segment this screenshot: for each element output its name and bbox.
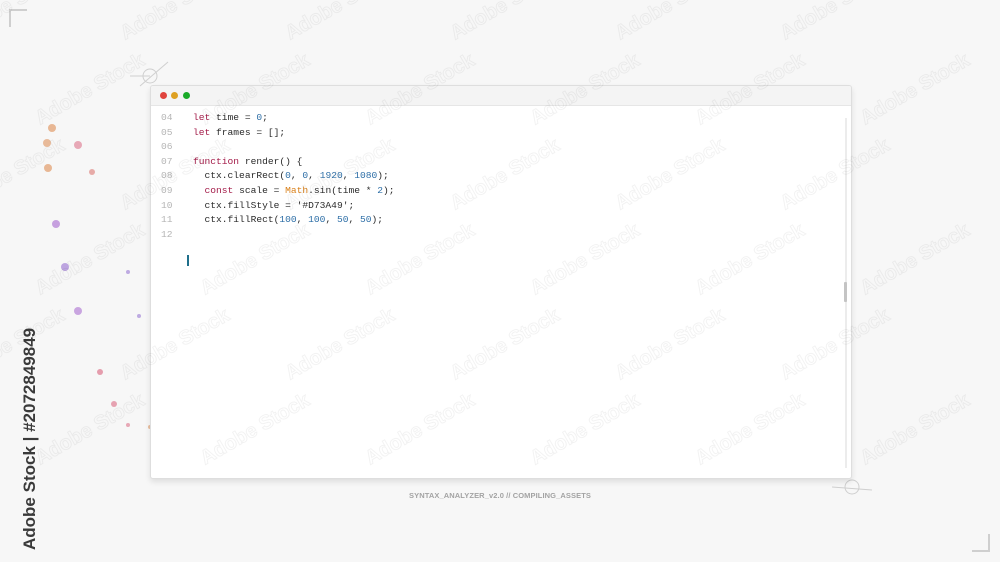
watermark-text: Adobe Stock [282, 0, 400, 44]
watermark-text: Adobe Stock [282, 304, 400, 385]
watermark-text: Adobe Stock [362, 219, 480, 300]
watermark-text: Adobe Stock [32, 389, 150, 470]
watermark-text: Adobe Stock [612, 0, 730, 44]
watermark-text: Adobe Stock [32, 49, 150, 130]
watermark-text: Adobe Stock [0, 0, 69, 44]
stock-watermark-pattern: Adobe StockAdobe StockAdobe StockAdobe S… [0, 0, 975, 470]
watermark-text: Adobe Stock [527, 389, 645, 470]
watermark-text: Adobe Stock [447, 304, 565, 385]
watermark-text: Adobe Stock [197, 389, 315, 470]
watermark-text: Adobe Stock [32, 219, 150, 300]
watermark-text: Adobe Stock [857, 219, 975, 300]
watermark-text: Adobe Stock [0, 134, 69, 215]
watermark-text: Adobe Stock [777, 0, 895, 44]
watermark-text: Adobe Stock [692, 49, 810, 130]
watermark-text: Adobe Stock [0, 304, 69, 385]
watermark-text: Adobe Stock [527, 49, 645, 130]
watermark-text: Adobe Stock [777, 134, 895, 215]
watermark-text: Adobe Stock [527, 219, 645, 300]
watermark-text: Adobe Stock [117, 0, 235, 44]
watermark-text: Adobe Stock [612, 134, 730, 215]
watermark-text: Adobe Stock [117, 304, 235, 385]
watermark-text: Adobe Stock [282, 134, 400, 215]
watermark-text: Adobe Stock [362, 389, 480, 470]
watermark-text: Adobe Stock [117, 134, 235, 215]
watermark-text: Adobe Stock [777, 304, 895, 385]
watermark-text: Adobe Stock [362, 49, 480, 130]
watermark-text: Adobe Stock [447, 134, 565, 215]
stage: 04 let time = 0; 05 let frames = []; 06 07 fun… [0, 0, 1000, 562]
watermark-text: Adobe Stock [447, 0, 565, 44]
watermark-text: Adobe Stock [197, 49, 315, 130]
watermark-text: Adobe Stock [692, 389, 810, 470]
watermark-text: Adobe Stock [857, 389, 975, 470]
watermark-text: Adobe Stock [857, 49, 975, 130]
watermark-text: Adobe Stock [197, 219, 315, 300]
watermark-text: Adobe Stock [692, 219, 810, 300]
watermark-text: Adobe Stock [612, 304, 730, 385]
